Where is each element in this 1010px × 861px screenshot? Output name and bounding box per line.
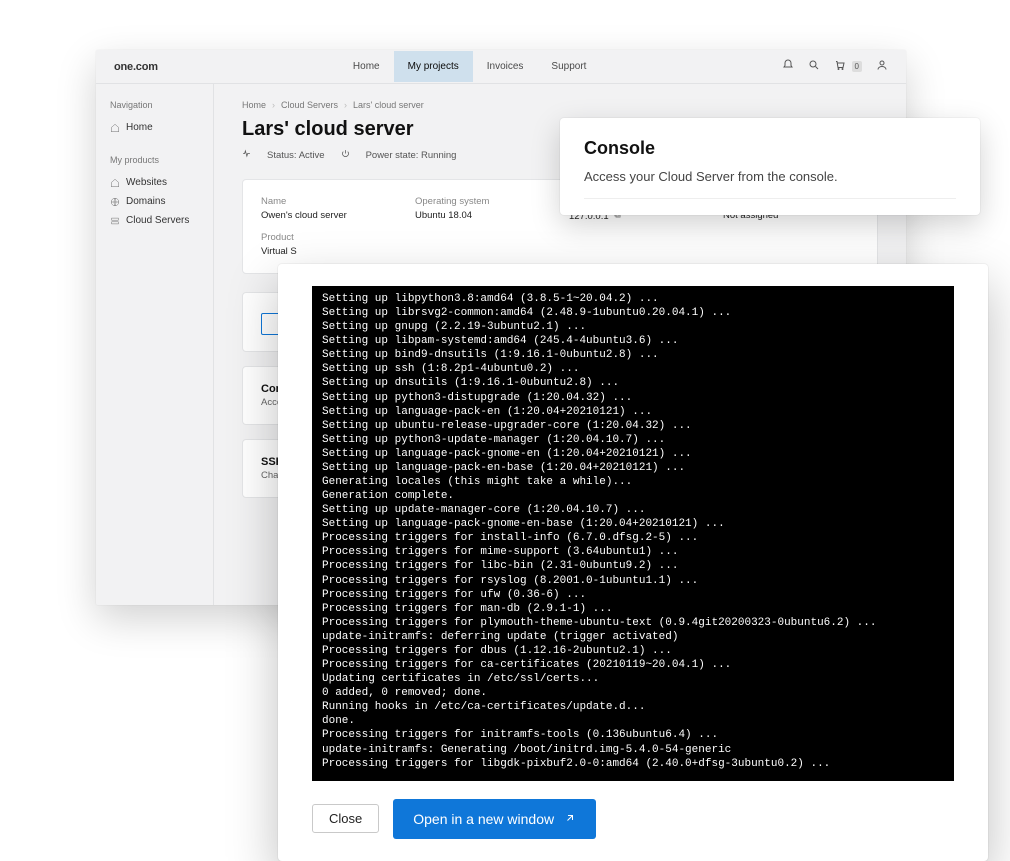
crumb-current: Lars' cloud server (353, 100, 424, 110)
power-value: Running (421, 150, 456, 161)
status-label: Status: (267, 150, 297, 161)
terminal-line: Setting up gnupg (2.2.19-3ubuntu2.1) ... (322, 320, 944, 334)
open-new-window-button[interactable]: Open in a new window (393, 799, 596, 839)
open-new-window-label: Open in a new window (413, 811, 554, 827)
terminal-line: Setting up libpython3.8:amd64 (3.8.5-1~2… (322, 292, 944, 306)
terminal-line: Setting up language-pack-gnome-en (1:20.… (322, 447, 944, 461)
terminal-line: Processing triggers for install-info (6.… (322, 531, 944, 545)
sidebar-item-label: Domains (126, 196, 165, 207)
crumb-cloud-servers[interactable]: Cloud Servers (281, 100, 338, 110)
search-icon[interactable] (808, 59, 820, 74)
close-button[interactable]: Close (312, 804, 379, 833)
divider (584, 198, 956, 199)
sidebar-section-navigation: Navigation (110, 100, 199, 110)
terminal-line: Setting up ubuntu-release-upgrader-core … (322, 419, 944, 433)
terminal-line: Processing triggers for ca-certificates … (322, 658, 944, 672)
terminal-line: Updating certificates in /etc/ssl/certs.… (322, 672, 944, 686)
terminal-line: update-initramfs: deferring update (trig… (322, 630, 944, 644)
sidebar-item-label: Cloud Servers (126, 215, 189, 226)
terminal-line: Processing triggers for dbus (1.12.16-2u… (322, 644, 944, 658)
terminal-line: Generating locales (this might take a wh… (322, 475, 944, 489)
breadcrumb: Home› Cloud Servers› Lars' cloud server (242, 100, 878, 110)
terminal-line: Setting up python3-distupgrade (1:20.04.… (322, 391, 944, 405)
terminal-line: Processing triggers for libc-bin (2.31-0… (322, 559, 944, 573)
terminal-line: Processing triggers for libgdk-pixbuf2.0… (322, 757, 944, 771)
power-icon (341, 149, 350, 161)
console-modal: Setting up libpython3.8:amd64 (3.8.5-1~2… (278, 264, 988, 861)
sidebar-item-home[interactable]: Home (110, 118, 199, 137)
top-nav: Home My projects Invoices Support (339, 51, 601, 82)
os-value: Ubuntu 18.04 (415, 210, 551, 221)
power-label: Power state: (366, 150, 419, 161)
terminal-line: Processing triggers for mime-support (3.… (322, 545, 944, 559)
terminal-line: Setting up language-pack-gnome-en-base (… (322, 517, 944, 531)
console-popover: Console Access your Cloud Server from th… (560, 118, 980, 215)
terminal-line: Setting up ssh (1:8.2p1-4ubuntu0.2) ... (322, 362, 944, 376)
terminal-line: 0 added, 0 removed; done. (322, 686, 944, 700)
popover-body: Access your Cloud Server from the consol… (584, 169, 956, 184)
brand-logo[interactable]: one.com (114, 61, 158, 73)
terminal-line: Running hooks in /etc/ca-certificates/up… (322, 700, 944, 714)
sidebar-item-domains[interactable]: Domains (110, 192, 199, 211)
terminal-line: Processing triggers for rsyslog (8.2001.… (322, 574, 944, 588)
os-label: Operating system (415, 196, 551, 207)
terminal-line: Setting up language-pack-en (1:20.04+202… (322, 405, 944, 419)
terminal-line: Setting up bind9-dnsutils (1:9.16.1-0ubu… (322, 348, 944, 362)
sidebar: Navigation Home My products Websites Dom… (96, 84, 214, 605)
name-value: Owen's cloud server (261, 210, 397, 221)
nav-support[interactable]: Support (537, 51, 600, 82)
bell-icon[interactable] (782, 59, 794, 74)
header-bar: one.com Home My projects Invoices Suppor… (96, 50, 906, 84)
nav-home[interactable]: Home (339, 51, 394, 82)
terminal-line: Setting up language-pack-en-base (1:20.0… (322, 461, 944, 475)
status-value: Active (299, 150, 325, 161)
terminal-line: Setting up libpam-systemd:amd64 (245.4-4… (322, 334, 944, 348)
terminal-line: Processing triggers for plymouth-theme-u… (322, 616, 944, 630)
product-label: Product (261, 232, 397, 243)
popover-title: Console (584, 138, 956, 159)
name-label: Name (261, 196, 397, 207)
user-icon[interactable] (876, 59, 888, 74)
crumb-home[interactable]: Home (242, 100, 266, 110)
terminal-line: done. (322, 714, 944, 728)
terminal-line: Processing triggers for initramfs-tools … (322, 728, 944, 742)
sidebar-section-products: My products (110, 155, 199, 165)
cart-count: 0 (852, 61, 862, 72)
terminal-line: Setting up python3-update-manager (1:20.… (322, 433, 944, 447)
activity-icon (242, 149, 251, 161)
terminal-line: Processing triggers for man-db (2.9.1-1)… (322, 602, 944, 616)
sidebar-item-websites[interactable]: Websites (110, 173, 199, 192)
nav-my-projects[interactable]: My projects (394, 51, 473, 82)
nav-invoices[interactable]: Invoices (473, 51, 538, 82)
terminal-line: Generation complete. (322, 489, 944, 503)
product-value: Virtual S (261, 246, 397, 257)
cart-icon[interactable] (834, 59, 846, 74)
terminal-line: Setting up librsvg2-common:amd64 (2.48.9… (322, 306, 944, 320)
terminal-line: Processing triggers for ufw (0.36-6) ... (322, 588, 944, 602)
terminal-line: Setting up update-manager-core (1:20.04.… (322, 503, 944, 517)
sidebar-item-label: Home (126, 122, 153, 133)
external-link-icon (564, 811, 576, 827)
sidebar-item-label: Websites (126, 177, 167, 188)
terminal-output: Setting up libpython3.8:amd64 (3.8.5-1~2… (312, 286, 954, 781)
terminal-line: Setting up dnsutils (1:9.16.1-0ubuntu2.8… (322, 376, 944, 390)
terminal-line: update-initramfs: Generating /boot/initr… (322, 743, 944, 757)
sidebar-item-cloud-servers[interactable]: Cloud Servers (110, 211, 199, 230)
